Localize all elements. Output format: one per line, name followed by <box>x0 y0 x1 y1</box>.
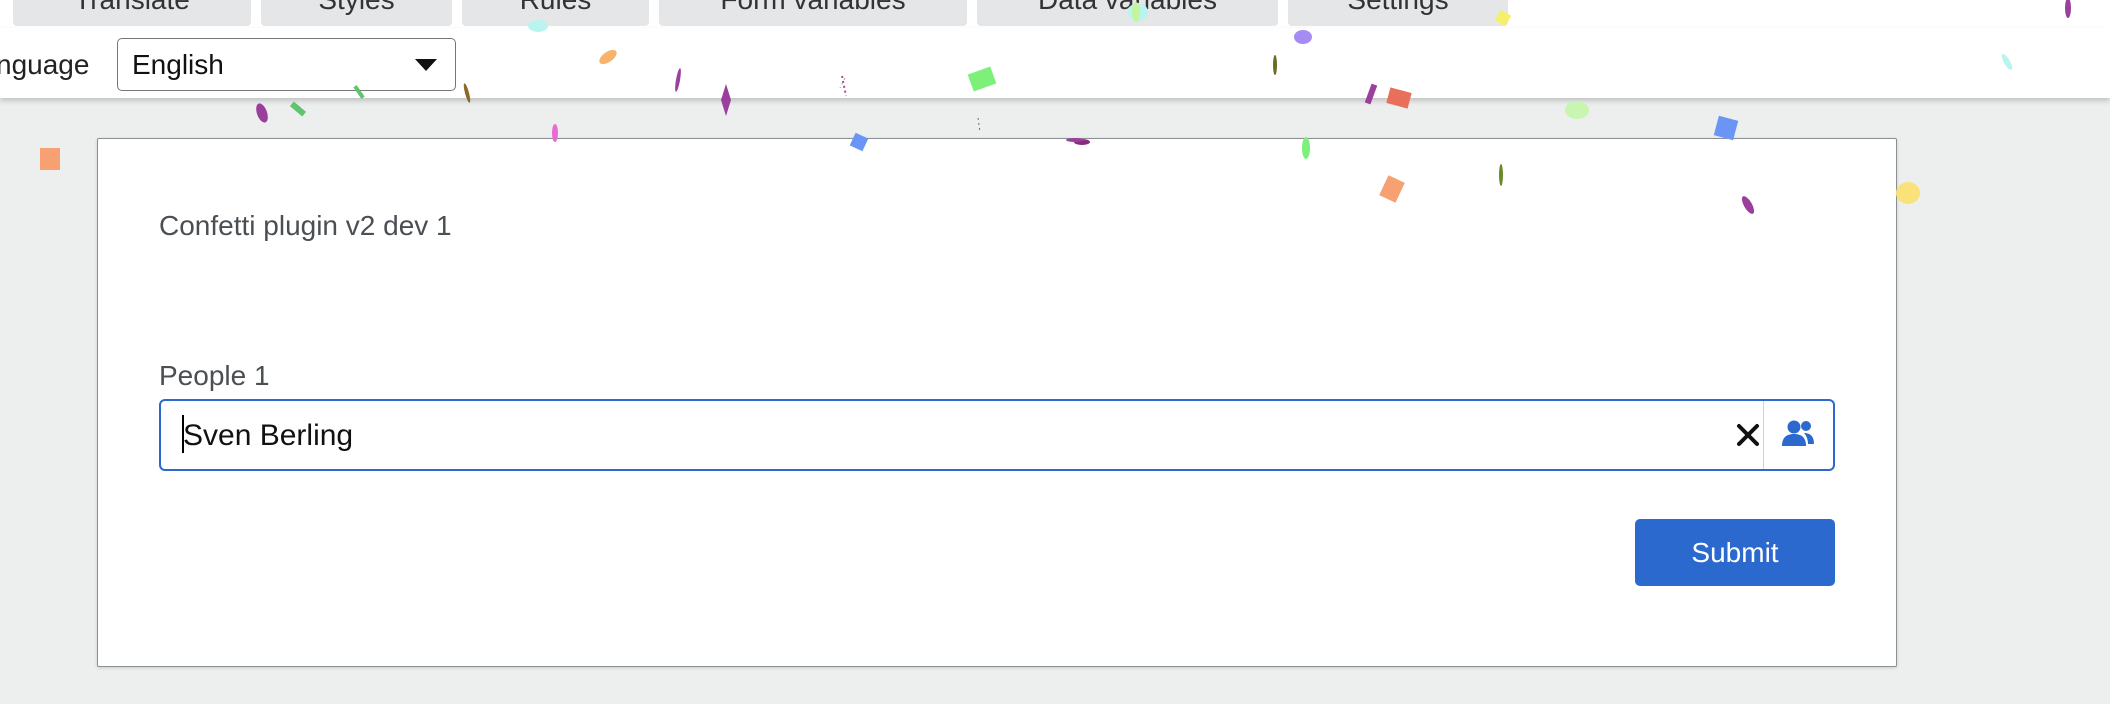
tab-settings[interactable]: Settings <box>1288 0 1508 26</box>
tab-form-variables[interactable]: Form variables <box>659 0 967 26</box>
form-title: Confetti plugin v2 dev 1 <box>159 210 452 241</box>
submit-button[interactable]: Submit <box>1635 519 1835 586</box>
language-label: nguage <box>0 49 90 80</box>
tab-styles[interactable]: Styles <box>261 0 452 26</box>
tab-label: Settings <box>1347 0 1448 15</box>
people-icon <box>1782 420 1814 446</box>
form-card: Confetti plugin v2 dev 1 People 1 Sven B… <box>97 138 1897 667</box>
tab-label: Form variables <box>720 0 905 15</box>
tab-label: Translate <box>74 0 190 15</box>
tab-data-variables[interactable]: Data variables <box>977 0 1278 26</box>
people-field-label: People 1 <box>159 360 270 391</box>
chevron-down-icon <box>415 59 437 71</box>
language-select[interactable]: English <box>117 38 456 91</box>
tab-translate[interactable]: Translate <box>13 0 251 26</box>
tab-label: Styles <box>318 0 394 15</box>
people-input[interactable]: Sven Berling <box>159 399 1835 471</box>
tab-bar: Translate Styles Rules Form variables Da… <box>0 0 2110 28</box>
tab-label: Data variables <box>1038 0 1217 15</box>
close-icon[interactable] <box>1733 420 1763 450</box>
tab-rules[interactable]: Rules <box>462 0 649 26</box>
tab-label: Rules <box>520 0 592 15</box>
language-select-value: English <box>132 49 224 80</box>
people-picker-button[interactable] <box>1763 401 1833 469</box>
people-input-value: Sven Berling <box>183 419 354 452</box>
